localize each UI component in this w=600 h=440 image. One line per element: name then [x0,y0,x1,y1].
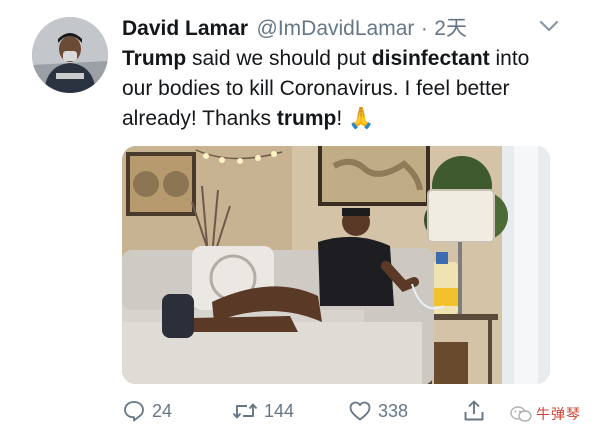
tweet-text-bold-3: trump [276,107,337,130]
praying-hands-emoji: 🙏 [342,107,375,130]
retweet-button[interactable]: 144 [232,396,294,426]
retweet-icon [232,403,258,419]
photo-illustration [122,146,550,384]
timestamp[interactable]: 2天 [434,17,467,40]
author-name[interactable]: David Lamar [122,17,248,40]
like-count: 338 [378,400,409,421]
tweet-header: David Lamar @ImDavidLamar · 2天 [122,12,467,40]
retweet-count: 144 [264,400,295,421]
tweet-text-bold-2: disinfectant [371,47,490,70]
wechat-icon [510,406,532,422]
reply-icon [124,401,144,422]
separator: · [420,17,428,40]
heart-icon [349,401,371,421]
avatar-image [32,17,108,93]
tweet-text-bold-1: Trump [122,47,187,70]
tweet-photo[interactable] [122,146,550,384]
author-handle[interactable]: @ImDavidLamar [257,17,415,40]
watermark-label: 牛弹琴 [536,406,581,422]
tweet-text: Trump said we should put disinfectant in… [122,44,562,134]
watermark: 牛弹琴 [510,404,581,424]
tweet-text-part-2: said we should put [186,47,372,70]
share-icon [464,400,484,421]
chevron-down-icon[interactable] [538,18,560,34]
reply-count: 24 [152,400,173,421]
like-button[interactable]: 338 [348,396,408,426]
avatar[interactable] [32,17,108,93]
share-button[interactable] [462,396,486,426]
reply-button[interactable]: 24 [122,396,172,426]
